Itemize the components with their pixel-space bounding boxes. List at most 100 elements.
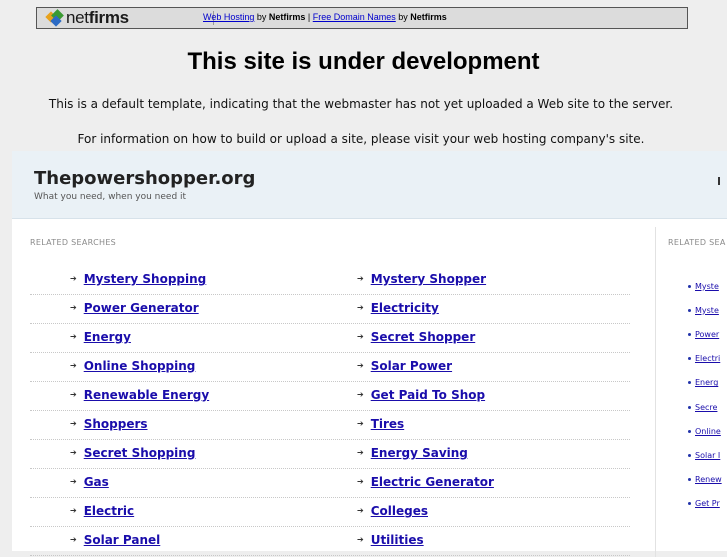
- table-row: ➔ Online Shopping ➔ Solar Power: [30, 353, 630, 382]
- sidebar-link-item[interactable]: Myste: [688, 298, 722, 322]
- search-link-item[interactable]: ➔ Power Generator: [70, 301, 199, 315]
- search-link-item[interactable]: ➔ Secret Shopper: [357, 330, 475, 344]
- search-link-item[interactable]: ➔ Shoppers: [70, 417, 148, 431]
- search-link[interactable]: Secret Shopping: [84, 446, 196, 460]
- sidebar-link[interactable]: Secre: [695, 403, 717, 412]
- search-link-item[interactable]: ➔ Electricity: [357, 301, 439, 315]
- search-link-item[interactable]: ➔ Mystery Shopping: [70, 272, 206, 286]
- arrow-right-icon: ➔: [70, 506, 77, 515]
- related-searches-label-right: RELATED SEA: [668, 238, 726, 247]
- netfirms-brand-1: Netfirms: [268, 12, 306, 22]
- search-link[interactable]: Mystery Shopper: [371, 272, 486, 286]
- bullet-icon: [688, 453, 691, 457]
- search-link-item[interactable]: ➔ Energy: [70, 330, 131, 344]
- netfirms-logo-text: netfirms: [66, 8, 129, 27]
- sidebar-link[interactable]: Renew: [695, 475, 722, 484]
- sidebar-link[interactable]: Online: [695, 427, 721, 436]
- search-link[interactable]: Online Shopping: [84, 359, 196, 373]
- sidebar-link-item[interactable]: Online: [688, 419, 722, 443]
- sidebar-link[interactable]: Solar I: [695, 451, 720, 460]
- search-link[interactable]: Power Generator: [84, 301, 199, 315]
- sidebar-link-item[interactable]: Power: [688, 322, 722, 346]
- sidebar-link-item[interactable]: Electri: [688, 347, 722, 371]
- bullet-icon: [688, 405, 691, 409]
- sidebar-link[interactable]: Power: [695, 330, 719, 339]
- sidebar-link[interactable]: Myste: [695, 306, 719, 315]
- search-link[interactable]: Shoppers: [84, 417, 148, 431]
- table-row: ➔ Mystery Shopping ➔ Mystery Shopper: [30, 266, 630, 295]
- sidebar-link-item[interactable]: Get Pr: [688, 492, 722, 516]
- search-link-item[interactable]: ➔ Get Paid To Shop: [357, 388, 485, 402]
- arrow-right-icon: ➔: [357, 274, 364, 283]
- arrow-right-icon: ➔: [70, 361, 77, 370]
- bullet-icon: [688, 357, 691, 361]
- arrow-right-icon: ➔: [70, 477, 77, 486]
- search-link[interactable]: Colleges: [371, 504, 428, 518]
- search-link-item[interactable]: ➔ Gas: [70, 475, 109, 489]
- arrow-right-icon: ➔: [70, 332, 77, 341]
- search-link-item[interactable]: ➔ Secret Shopping: [70, 446, 195, 460]
- free-domain-names-link[interactable]: Free Domain Names: [313, 12, 396, 22]
- search-link[interactable]: Mystery Shopping: [84, 272, 207, 286]
- search-link[interactable]: Solar Power: [371, 359, 452, 373]
- bullet-icon: [688, 332, 691, 336]
- arrow-right-icon: ➔: [357, 332, 364, 341]
- search-link-item[interactable]: ➔ Renewable Energy: [70, 388, 209, 402]
- arrow-right-icon: ➔: [357, 361, 364, 370]
- arrow-right-icon: ➔: [357, 303, 364, 312]
- sidebar-link-item[interactable]: Secre: [688, 395, 722, 419]
- parked-page-frame: Thepowershopper.org What you need, when …: [12, 151, 727, 557]
- netfirms-logo[interactable]: netfirms: [45, 8, 129, 28]
- bullet-icon: [688, 478, 691, 482]
- table-row: ➔ Shoppers ➔ Tires: [30, 411, 630, 440]
- search-link-item[interactable]: ➔ Online Shopping: [70, 359, 195, 373]
- search-link-item[interactable]: ➔ Solar Power: [357, 359, 452, 373]
- sidebar-link[interactable]: Electri: [695, 354, 720, 363]
- site-title[interactable]: Thepowershopper.org: [34, 168, 255, 189]
- banner-links: Web Hosting by Netfirms | Free Domain Na…: [203, 12, 447, 22]
- site-tagline: What you need, when you need it: [34, 192, 187, 202]
- arrow-right-icon: ➔: [70, 448, 77, 457]
- sidebar-link-item[interactable]: Energ: [688, 371, 722, 395]
- search-link[interactable]: Secret Shopper: [371, 330, 476, 344]
- arrow-right-icon: ➔: [70, 390, 77, 399]
- table-row: ➔ Energy ➔ Secret Shopper: [30, 324, 630, 353]
- header-edge-mark: [718, 177, 720, 185]
- table-row: ➔ Renewable Energy ➔ Get Paid To Shop: [30, 382, 630, 411]
- by-text-1: by: [254, 12, 269, 22]
- search-link[interactable]: Tires: [371, 417, 405, 431]
- sidebar-link-item[interactable]: Myste: [688, 274, 722, 298]
- arrow-right-icon: ➔: [70, 535, 77, 544]
- search-link[interactable]: Electricity: [371, 301, 439, 315]
- sidebar-link[interactable]: Energ: [695, 378, 718, 387]
- sidebar-link[interactable]: Myste: [695, 282, 719, 291]
- sidebar-link-item[interactable]: Solar I: [688, 443, 722, 467]
- search-link[interactable]: Gas: [84, 475, 109, 489]
- sidebar-link[interactable]: Get Pr: [695, 499, 720, 508]
- search-link[interactable]: Energy Saving: [371, 446, 468, 460]
- parked-header: Thepowershopper.org What you need, when …: [12, 151, 727, 219]
- search-link[interactable]: Get Paid To Shop: [371, 388, 485, 402]
- search-link-item[interactable]: ➔ Mystery Shopper: [357, 272, 486, 286]
- search-link[interactable]: Electric Generator: [371, 475, 494, 489]
- sidebar-link-item[interactable]: Renew: [688, 468, 722, 492]
- search-link-item[interactable]: ➔ Electric Generator: [357, 475, 494, 489]
- search-link-item[interactable]: ➔ Energy Saving: [357, 446, 468, 460]
- search-link-item[interactable]: ➔ Electric: [70, 504, 134, 518]
- search-link[interactable]: Electric: [84, 504, 134, 518]
- column-divider: [655, 227, 656, 557]
- search-link-item[interactable]: ➔ Colleges: [357, 504, 428, 518]
- table-row: ➔ Gas ➔ Electric Generator: [30, 469, 630, 498]
- related-links-list: ➔ Mystery Shopping ➔ Mystery Shopper ➔ Power …: [30, 266, 630, 556]
- arrow-right-icon: ➔: [357, 477, 364, 486]
- bullet-icon: [688, 308, 691, 312]
- bullet-icon: [688, 502, 691, 506]
- arrow-right-icon: ➔: [357, 506, 364, 515]
- table-row: ➔ Electric ➔ Colleges: [30, 498, 630, 527]
- search-link[interactable]: Renewable Energy: [84, 388, 209, 402]
- web-hosting-link[interactable]: Web Hosting: [203, 12, 254, 22]
- link-separator: |: [305, 12, 313, 22]
- sidebar-links-list: Myste Myste Power Electri Energ Secre Online So…: [688, 274, 722, 516]
- search-link[interactable]: Energy: [84, 330, 131, 344]
- search-link-item[interactable]: ➔ Tires: [357, 417, 404, 431]
